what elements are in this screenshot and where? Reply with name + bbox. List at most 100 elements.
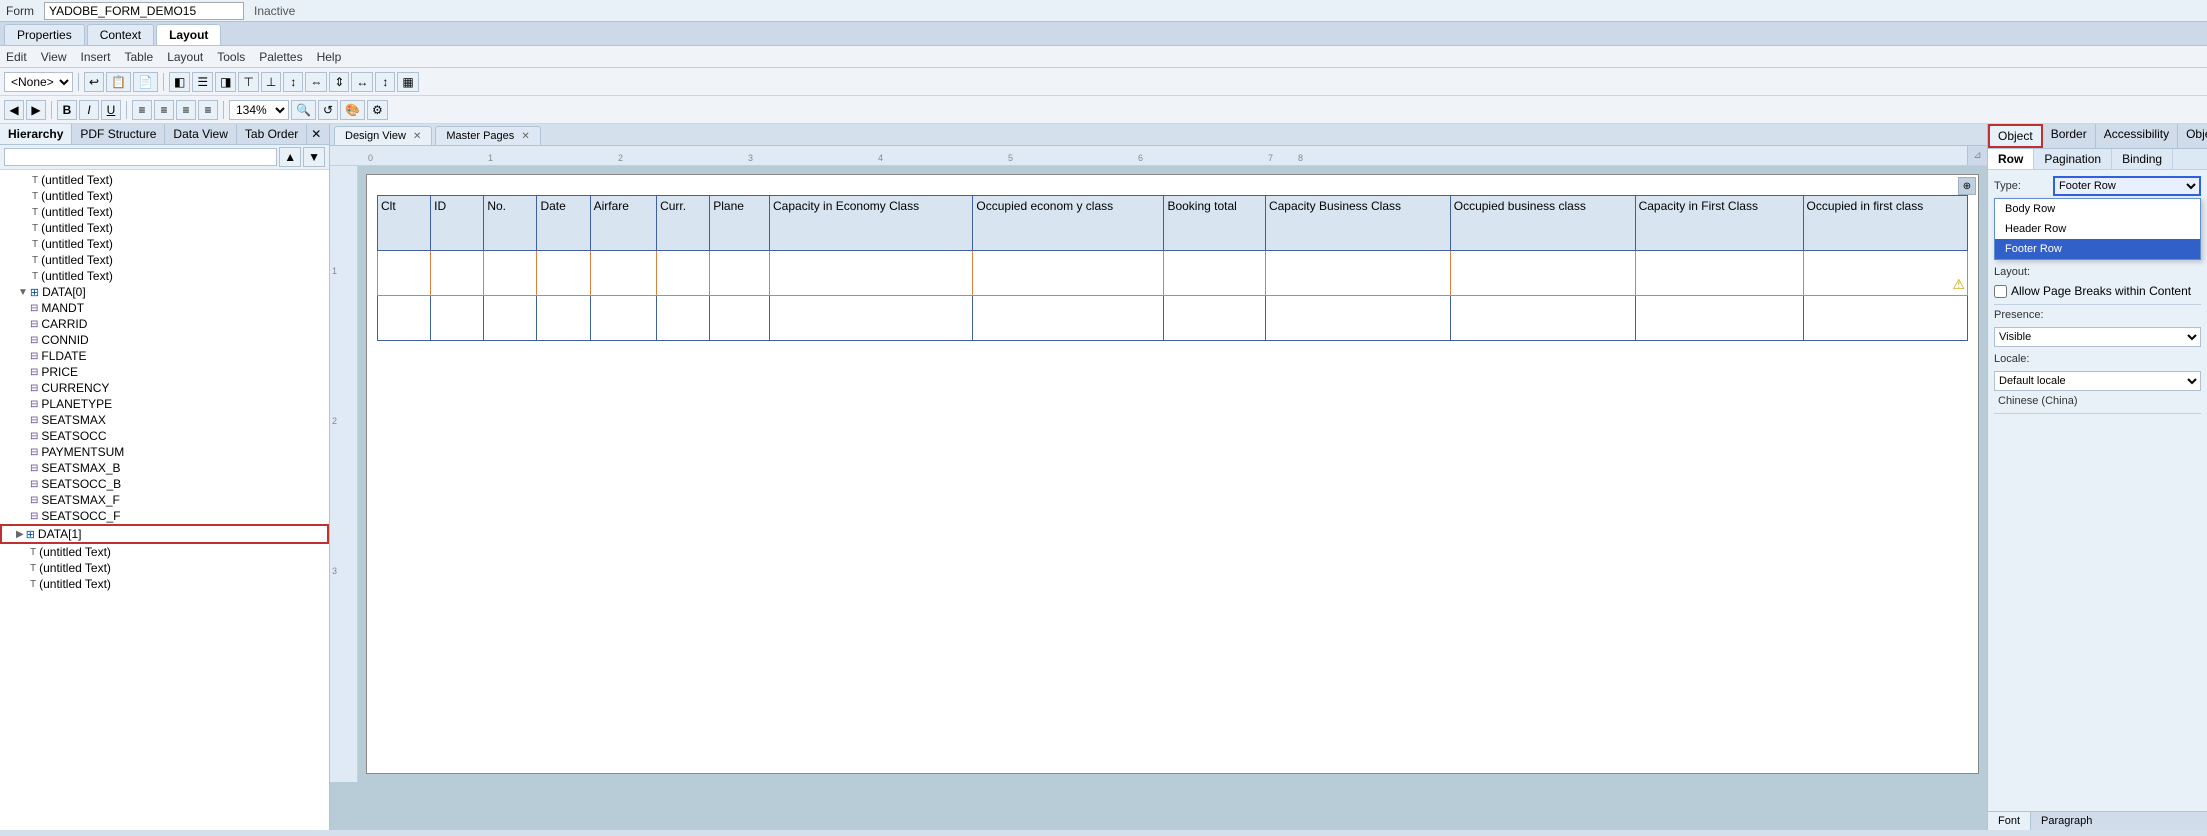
rp-sub-tab-row[interactable]: Row — [1988, 149, 2034, 169]
hierarchy-search[interactable] — [4, 148, 277, 166]
rp-tab-border[interactable]: Border — [2043, 124, 2096, 148]
menu-layout[interactable]: Layout — [167, 50, 203, 64]
tree-currency[interactable]: ⊟ CURRENCY — [0, 380, 329, 396]
lp-tab-hierarchy[interactable]: Hierarchy — [0, 124, 72, 144]
tb-bold[interactable]: B — [57, 100, 77, 120]
tree-paymentsum[interactable]: ⊟ PAYMENTSUM — [0, 444, 329, 460]
tree-item[interactable]: T (untitled Text) — [0, 576, 329, 592]
dropdown-option-footer[interactable]: Footer Row — [1995, 239, 2200, 259]
tb-forward[interactable]: ▶ — [26, 100, 46, 120]
presence-label: Presence: — [1994, 309, 2049, 321]
tree-mandt[interactable]: ⊟ MANDT — [0, 300, 329, 316]
expand-icon[interactable]: ▶ — [16, 529, 24, 540]
tree-seatsocc[interactable]: ⊟ SEATSOCC — [0, 428, 329, 444]
tb-align-right[interactable]: ◨ — [215, 72, 236, 92]
tb-btn-1[interactable]: ↩ — [84, 72, 104, 92]
tab-master-pages[interactable]: Master Pages ✕ — [435, 126, 540, 145]
tb-underline[interactable]: U — [101, 100, 121, 120]
tb-dist-v[interactable]: ⇕ — [329, 72, 349, 92]
menu-insert[interactable]: Insert — [80, 50, 110, 64]
dropdown-option-header[interactable]: Header Row — [1995, 219, 2200, 239]
zoom-select[interactable]: 134% — [229, 100, 289, 120]
locale-select[interactable]: Default locale — [1994, 371, 2201, 391]
tab-layout[interactable]: Layout — [156, 24, 221, 45]
master-pages-close[interactable]: ✕ — [521, 131, 529, 142]
tb-align-left[interactable]: ◧ — [169, 72, 190, 92]
tb-btn-2[interactable]: 📋 — [106, 72, 131, 92]
tb-ac[interactable]: ≡ — [154, 100, 174, 120]
tb-align-middle[interactable]: ⊥ — [261, 72, 281, 92]
lp-tab-data[interactable]: Data View — [165, 124, 236, 144]
rp-tab-accessibility[interactable]: Accessibility — [2096, 124, 2178, 148]
tree-seatsmax[interactable]: ⊟ SEATSMAX — [0, 412, 329, 428]
zoom-sync[interactable]: ↺ — [318, 100, 338, 120]
rp-sub-tab-binding[interactable]: Binding — [2112, 149, 2173, 169]
menu-view[interactable]: View — [41, 50, 67, 64]
expand-icon[interactable]: ▼ — [18, 287, 28, 298]
hier-down[interactable]: ▼ — [303, 147, 325, 167]
menu-tools[interactable]: Tools — [217, 50, 245, 64]
tb-al[interactable]: ≡ — [132, 100, 152, 120]
rp-tab-font[interactable]: Font — [1988, 812, 2031, 830]
tree-connid[interactable]: ⊟ CONNID — [0, 332, 329, 348]
tree-item[interactable]: T (untitled Text) — [0, 188, 329, 204]
rp-tab-other[interactable]: Obje — [2178, 124, 2207, 148]
lp-tab-pdf[interactable]: PDF Structure — [72, 124, 165, 144]
tree-item[interactable]: T (untitled Text) — [0, 544, 329, 560]
tree-planetype[interactable]: ⊟ PLANETYPE — [0, 396, 329, 412]
tb-aj[interactable]: ≡ — [198, 100, 218, 120]
rp-tab-object[interactable]: Object — [1988, 124, 2043, 148]
allow-pagebreaks-checkbox[interactable] — [1994, 285, 2007, 298]
tb-size-h[interactable]: ↕ — [375, 72, 395, 92]
tree-seatsocc-f[interactable]: ⊟ SEATSOCC_F — [0, 508, 329, 524]
rp-tab-paragraph[interactable]: Paragraph — [2031, 812, 2102, 830]
lp-close[interactable]: ✕ — [307, 124, 325, 144]
tree-seatsmax-f[interactable]: ⊟ SEATSMAX_F — [0, 492, 329, 508]
dropdown-option-body[interactable]: Body Row — [1995, 199, 2200, 219]
tb-align-bottom[interactable]: ↕ — [283, 72, 303, 92]
tree-price[interactable]: ⊟ PRICE — [0, 364, 329, 380]
rp-sub-tab-pagination[interactable]: Pagination — [2034, 149, 2112, 169]
tree-item[interactable]: T (untitled Text) — [0, 236, 329, 252]
zoom-color[interactable]: 🎨 — [340, 100, 365, 120]
tree-carrid[interactable]: ⊟ CARRID — [0, 316, 329, 332]
tree-data1[interactable]: ▶ ⊞ DATA[1] — [0, 524, 329, 544]
presence-select[interactable]: Visible — [1994, 327, 2201, 347]
tree-seatsmax-b[interactable]: ⊟ SEATSMAX_B — [0, 460, 329, 476]
tb-size-w[interactable]: ↔ — [351, 72, 373, 92]
hier-up[interactable]: ▲ — [279, 147, 301, 167]
tb-group[interactable]: ▦ — [397, 72, 418, 92]
ruler-corner[interactable]: ⊿ — [1967, 146, 1987, 165]
none-select[interactable]: <None> — [4, 72, 73, 92]
tb-back[interactable]: ◀ — [4, 100, 24, 120]
lp-tab-tab[interactable]: Tab Order — [237, 124, 307, 144]
tab-properties[interactable]: Properties — [4, 24, 85, 45]
menu-table[interactable]: Table — [125, 50, 154, 64]
design-view-close[interactable]: ✕ — [413, 131, 421, 142]
page-scroll-btn[interactable]: ⊕ — [1958, 177, 1976, 195]
tab-design-view[interactable]: Design View ✕ — [334, 126, 432, 145]
tb-btn-3[interactable]: 📄 — [133, 72, 158, 92]
tree-item[interactable]: T (untitled Text) — [0, 560, 329, 576]
type-select[interactable]: Footer Row Body Row Header Row — [2053, 176, 2201, 196]
canvas-area[interactable]: 0 1 2 3 4 5 6 7 8 ⊿ — [330, 146, 1987, 830]
tb-align-center[interactable]: ☰ — [192, 72, 213, 92]
tree-item[interactable]: T (untitled Text) — [0, 252, 329, 268]
tree-item[interactable]: T (untitled Text) — [0, 204, 329, 220]
tree-item[interactable]: T (untitled Text) — [0, 220, 329, 236]
tb-align-top[interactable]: ⊤ — [238, 72, 258, 92]
tab-context[interactable]: Context — [87, 24, 154, 45]
tb-dist-h[interactable]: ⇔ — [305, 72, 327, 92]
tree-fldate[interactable]: ⊟ FLDATE — [0, 348, 329, 364]
zoom-in[interactable]: 🔍 — [291, 100, 316, 120]
tree-data0[interactable]: ▼ ⊞ DATA[0] — [0, 284, 329, 300]
tree-item[interactable]: T (untitled Text) — [0, 172, 329, 188]
tb-ar[interactable]: ≡ — [176, 100, 196, 120]
tb-italic[interactable]: I — [79, 100, 99, 120]
tree-item[interactable]: T (untitled Text) — [0, 268, 329, 284]
menu-palettes[interactable]: Palettes — [259, 50, 302, 64]
tree-seatsocc-b[interactable]: ⊟ SEATSOCC_B — [0, 476, 329, 492]
zoom-extra[interactable]: ⚙ — [367, 100, 388, 120]
menu-edit[interactable]: Edit — [6, 50, 27, 64]
menu-help[interactable]: Help — [317, 50, 342, 64]
